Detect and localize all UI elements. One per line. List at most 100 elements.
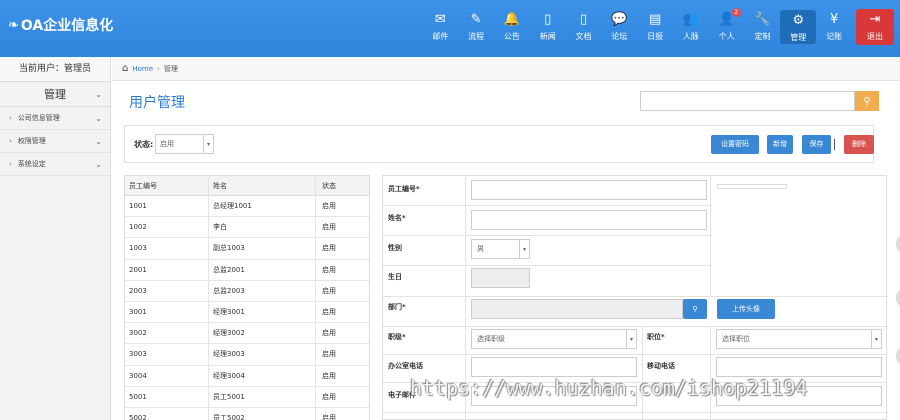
table-body: 1001 总经理1001 启用 1002 李白 启用 1003 副总1003 启用 2001 总监2… <box>125 196 369 420</box>
form-divider <box>383 235 710 236</box>
table-row[interactable]: 3004 经理3004 启用 <box>125 365 369 387</box>
form-divider <box>710 326 711 420</box>
cell-name: 经理3002 <box>209 323 316 344</box>
column-header-name[interactable]: 姓名 <box>209 176 316 195</box>
column-header-status[interactable]: 状态 <box>316 176 369 195</box>
cell-status: 启用 <box>322 308 336 317</box>
caret-down-icon: ▾ <box>871 330 881 348</box>
gender-select[interactable]: 男 ▾ <box>471 239 530 259</box>
sidebar-item-label: 系统设定 <box>17 160 46 168</box>
nav-item-chat[interactable]: 💬 论坛 <box>601 0 637 57</box>
nav-item-logout[interactable]: ⇥ 退出 <box>856 9 894 45</box>
add-button[interactable]: 新增 <box>767 135 793 154</box>
status-select[interactable]: 启用 ▾ <box>155 134 214 154</box>
name-field[interactable] <box>471 210 707 230</box>
employee-no-field[interactable] <box>471 180 707 200</box>
cell-status: 启用 <box>322 286 336 295</box>
department-field[interactable] <box>471 299 683 319</box>
nav-item-mail[interactable]: ✉ 邮件 <box>422 0 458 57</box>
table-row[interactable]: 5002 员工5002 启用 <box>125 407 369 420</box>
home-icon: ⌂ <box>122 63 129 74</box>
column-header-employee-no[interactable]: 员工编号 <box>125 176 209 195</box>
nav-item-label: 公告 <box>503 32 520 41</box>
cell-name: 经理3003 <box>209 344 316 365</box>
position-select[interactable]: 选择职位 ▾ <box>716 329 882 349</box>
cell-status: 启用 <box>322 350 336 359</box>
form-divider <box>383 326 888 327</box>
chevron-right-icon: › <box>9 114 12 122</box>
table-row[interactable]: 2003 总监2003 启用 <box>125 280 369 302</box>
birthday-field[interactable] <box>471 268 530 288</box>
cell-employee-no: 5002 <box>125 407 209 420</box>
nav-item-label: 退出 <box>867 32 883 41</box>
cell-name: 员工5001 <box>209 386 316 407</box>
nav-item-file[interactable]: ▯ 文档 <box>566 0 602 57</box>
cell-status: 启用 <box>322 244 336 253</box>
sidebar-item-permissions[interactable]: › 权限管理 ⌄ <box>0 130 110 153</box>
nav-item-label: 管理 <box>790 33 807 42</box>
nav-item-bell[interactable]: 🔔 公告 <box>494 0 530 57</box>
cell-status: 启用 <box>322 392 336 401</box>
cell-name: 李白 <box>209 217 316 238</box>
table-row[interactable]: 3002 经理3002 启用 <box>125 323 369 345</box>
form-divider <box>383 412 888 413</box>
breadcrumb: ⌂ Home › 管理 <box>112 57 900 81</box>
cell-name: 经理3004 <box>209 365 316 386</box>
sidebar-item-system-settings[interactable]: › 系统设定 ⌄ <box>0 153 110 176</box>
gears-icon: ⚙ <box>792 13 805 28</box>
chevron-right-icon: › <box>9 160 12 168</box>
cell-status: 启用 <box>322 371 336 380</box>
table-row[interactable]: 3003 经理3003 启用 <box>125 344 369 366</box>
form-divider <box>710 176 711 297</box>
form-divider <box>383 205 710 206</box>
table-row[interactable]: 2001 总监2001 启用 <box>125 259 369 281</box>
nav-item-book[interactable]: ▤ 日报 <box>637 0 673 57</box>
table-row[interactable]: 1002 李白 启用 <box>125 217 369 239</box>
nav-item-group[interactable]: 👥 人脉 <box>673 0 709 57</box>
nav-item-pencil[interactable]: ✎ 流程 <box>458 0 494 57</box>
logout-icon: ⇥ <box>869 12 881 27</box>
scroll-handle[interactable] <box>896 347 900 365</box>
scroll-handle[interactable] <box>896 235 900 253</box>
nav-item-gears[interactable]: ⚙ 管理 <box>780 10 817 44</box>
mobile-field[interactable] <box>716 357 882 377</box>
cell-employee-no: 1003 <box>125 238 209 259</box>
table-row[interactable]: 5001 员工5001 启用 <box>125 386 369 408</box>
nav-item-label: 新闻 <box>539 32 556 41</box>
nav-item-wrench[interactable]: 🔧 定制 <box>745 0 781 57</box>
office-phone-field[interactable] <box>471 357 637 377</box>
avatar-preview <box>717 184 787 189</box>
caret-down-icon: ▾ <box>626 330 636 348</box>
table-row[interactable]: 3001 经理3001 启用 <box>125 301 369 324</box>
search-bar: ⚲ <box>640 91 879 111</box>
table-row[interactable]: 1001 总经理1001 启用 <box>125 196 369 218</box>
scroll-handle[interactable] <box>896 289 900 307</box>
delete-button[interactable]: 删除 <box>844 135 874 154</box>
cell-status: 启用 <box>322 202 336 211</box>
department-search-button[interactable]: ⚲ <box>683 299 707 319</box>
nav-item-document[interactable]: ▯ 新闻 <box>530 0 566 57</box>
nav-item-label: 流程 <box>468 32 485 41</box>
nav-item-yen[interactable]: ¥ 记账 <box>816 0 852 57</box>
rank-select[interactable]: 选择职级 ▾ <box>471 329 637 349</box>
search-button[interactable]: ⚲ <box>855 91 879 111</box>
sidebar-heading[interactable]: 管理 ⌄ <box>0 82 110 107</box>
cell-employee-no: 3002 <box>125 323 209 344</box>
table-row[interactable]: 1003 副总1003 启用 <box>125 238 369 260</box>
nav-item-user[interactable]: 👤 个人 2 <box>709 0 745 57</box>
app-logo[interactable]: ❧ OA企业信息化 <box>8 15 113 35</box>
mobile-label: 移动电话 <box>647 362 675 370</box>
save-button[interactable]: 保存 <box>802 135 831 154</box>
sidebar-item-company-info[interactable]: › 公司信息管理 ⌄ <box>0 107 110 130</box>
table-header: 员工编号 姓名 状态 <box>125 176 369 196</box>
set-password-button[interactable]: 设置密码 <box>711 135 759 154</box>
cell-name: 总监2001 <box>209 259 316 280</box>
upload-avatar-button[interactable]: 上传头像 <box>717 299 775 319</box>
search-input[interactable] <box>640 91 855 111</box>
breadcrumb-home[interactable]: Home <box>132 65 153 73</box>
leaf-logo-icon: ❧ <box>8 17 19 33</box>
current-user-label: 当前用户：管理员 <box>0 57 110 82</box>
watermark-text: https://www.huzhan.com/ishop21194 <box>410 376 808 400</box>
nav-item-label: 日报 <box>647 32 664 41</box>
form-divider <box>383 354 888 355</box>
